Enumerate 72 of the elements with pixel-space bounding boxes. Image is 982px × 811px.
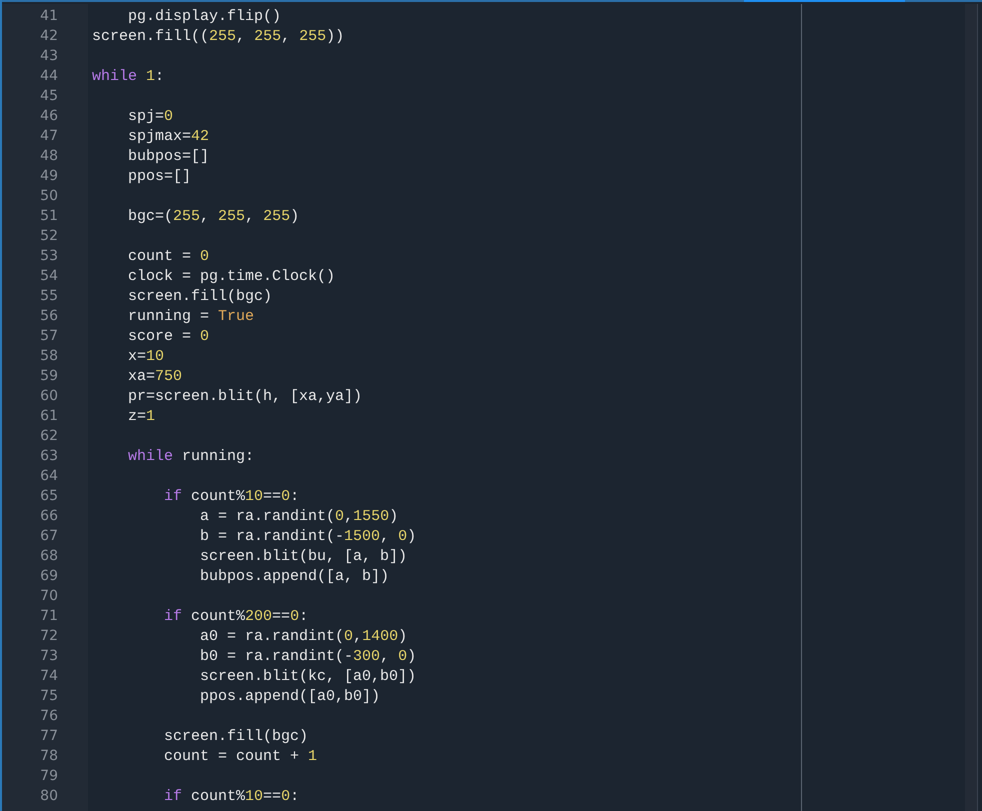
code-line: pr=screen.blit(h, [xa,ya]) <box>127 388 362 405</box>
code-line: bubpos=[] <box>127 148 210 165</box>
line-number: 60 <box>39 387 59 406</box>
code-line: count = count + 1 <box>163 748 318 765</box>
line-number: 61 <box>39 407 59 426</box>
code-line: screen.fill(bgc) <box>163 728 308 745</box>
line-number: 80 <box>39 787 59 806</box>
code-line: screen.fill(bgc) <box>127 288 272 305</box>
code-line: score = 0 <box>127 328 210 345</box>
line-number: 54 <box>39 267 59 286</box>
line-number: 66 <box>39 507 59 526</box>
code-line: count = 0 <box>127 248 210 265</box>
line-number: 45 <box>39 87 59 106</box>
code-line: if count%10==0: <box>163 488 300 505</box>
line-number: 73 <box>39 647 59 666</box>
code-line: clock = pg.time.Clock() <box>127 268 336 285</box>
line-number: 74 <box>39 667 59 686</box>
line-number: 47 <box>39 127 59 146</box>
code-line: while 1: <box>92 68 164 85</box>
line-number: 50 <box>39 187 59 206</box>
line-number: 48 <box>39 147 59 166</box>
code-line: screen.blit(bu, [a, b]) <box>199 548 408 565</box>
code-line: if count%200==0: <box>163 608 308 625</box>
code-line: xa=750 <box>127 368 182 385</box>
code-line: ppos=[] <box>127 168 192 185</box>
code-line: if count%10==0: <box>163 788 300 805</box>
line-number: 63 <box>39 447 59 466</box>
code-line: a0 = ra.randint(0,1400) <box>199 628 408 645</box>
code-line: pg.display.flip() <box>127 8 282 25</box>
line-number: 52 <box>39 227 59 246</box>
code-line: running = True <box>127 308 254 325</box>
code-line: bgc=(255, 255, 255) <box>127 208 300 225</box>
line-number: 42 <box>39 27 59 46</box>
code-line: screen.fill((255, 255, 255)) <box>92 28 344 45</box>
line-number: 59 <box>39 367 59 386</box>
line-number: 64 <box>39 467 59 486</box>
line-number: 56 <box>39 307 59 326</box>
line-number: 41 <box>39 7 59 26</box>
code-line: b = ra.randint(-1500, 0) <box>199 528 416 545</box>
line-number: 51 <box>39 207 59 226</box>
line-number: 78 <box>39 747 59 766</box>
line-number: 71 <box>39 607 59 626</box>
line-number: 69 <box>39 567 59 586</box>
line-number: 67 <box>39 527 59 546</box>
code-line: spjmax=42 <box>127 128 210 145</box>
line-number: 49 <box>39 167 59 186</box>
code-line: screen.blit(kc, [a0,b0]) <box>199 668 416 685</box>
code-line: z=1 <box>127 408 156 425</box>
code-line: while running: <box>127 448 254 465</box>
line-number: 75 <box>39 687 59 706</box>
line-number: 79 <box>39 767 59 786</box>
line-number: 55 <box>39 287 59 306</box>
code-line: bubpos.append([a, b]) <box>199 568 390 585</box>
line-number: 58 <box>39 347 59 366</box>
line-number: 44 <box>39 67 59 86</box>
line-number: 53 <box>39 247 59 266</box>
line-number: 72 <box>39 627 59 646</box>
code-line: a = ra.randint(0,1550) <box>199 508 398 525</box>
scrollbar-track[interactable] <box>965 4 977 811</box>
line-number: 68 <box>39 547 59 566</box>
line-number: 62 <box>39 427 59 446</box>
code-line: x=10 <box>127 348 164 365</box>
line-number: 70 <box>39 587 59 606</box>
line-number: 76 <box>39 707 59 726</box>
line-number: 77 <box>39 727 59 746</box>
code-line: spj=0 <box>127 108 174 125</box>
code-line: ppos.append([a0,b0]) <box>199 688 380 705</box>
line-number: 43 <box>39 47 59 66</box>
code-line: b0 = ra.randint(-300, 0) <box>199 648 416 665</box>
line-number: 65 <box>39 487 59 506</box>
line-number: 57 <box>39 327 59 346</box>
line-number: 46 <box>39 107 59 126</box>
